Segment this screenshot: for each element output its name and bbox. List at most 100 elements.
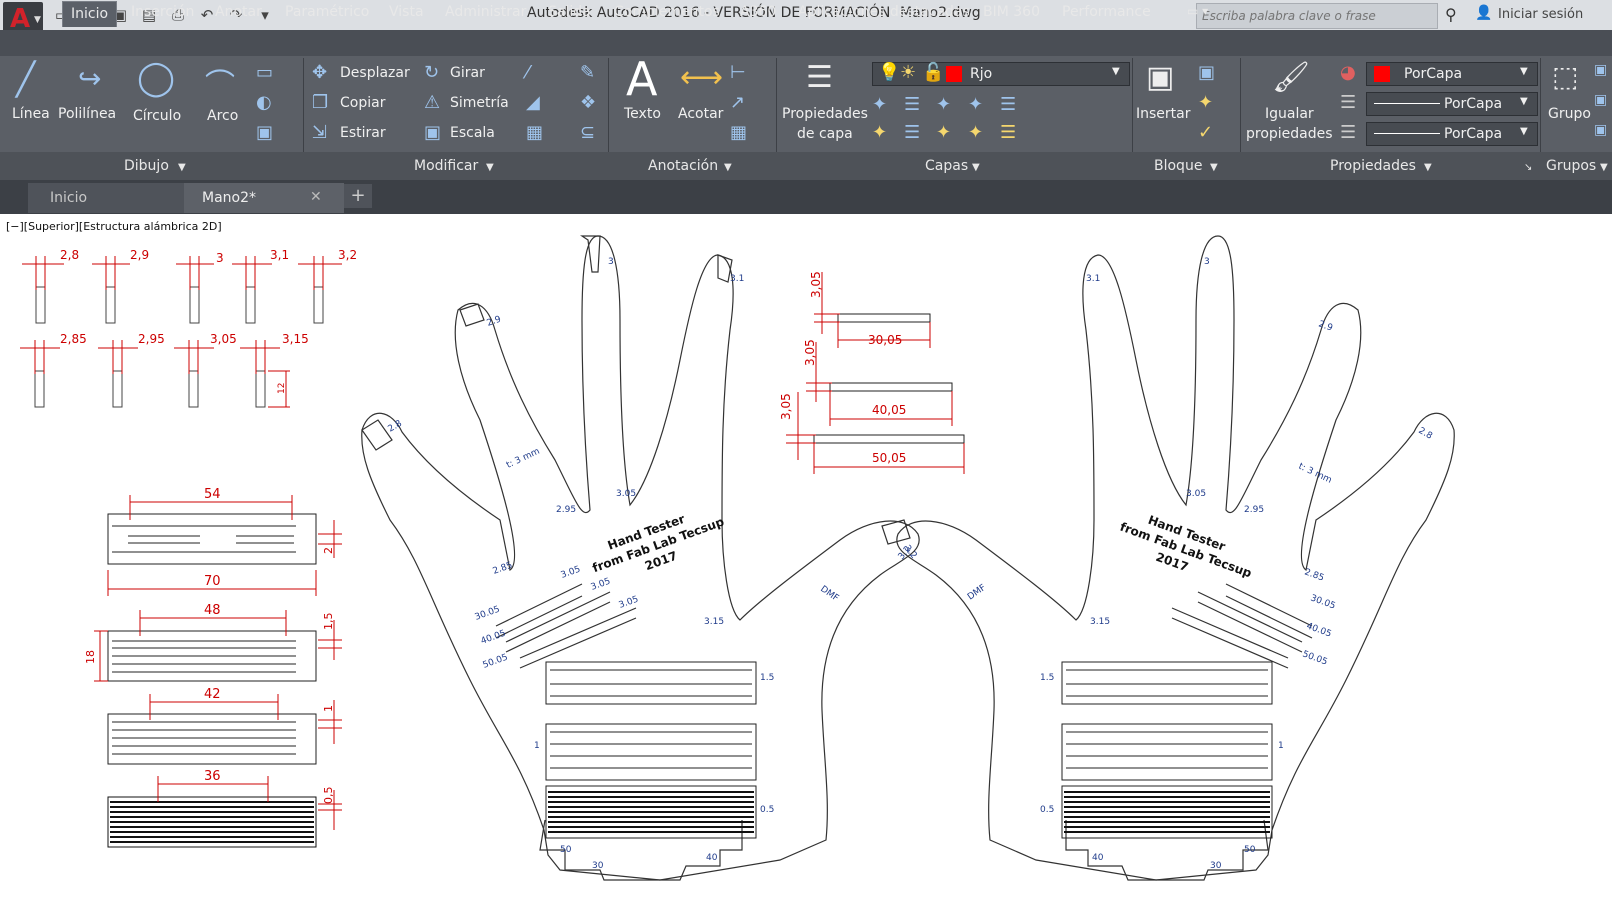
offset-icon[interactable]: ⊆: [580, 122, 595, 143]
arc-button[interactable]: Arco: [207, 108, 238, 124]
dimension-button[interactable]: Acotar: [678, 106, 723, 122]
trim-icon[interactable]: ⁄: [526, 62, 529, 83]
polyline-button[interactable]: Polilínea: [58, 106, 116, 122]
copy-button[interactable]: Copiar: [340, 95, 385, 111]
layer-tool-icon[interactable]: ✦: [936, 94, 951, 115]
table-icon[interactable]: ▦: [730, 122, 747, 143]
search-input[interactable]: [1200, 6, 1434, 26]
binoculars-icon[interactable]: ⚲: [1445, 5, 1457, 24]
tab-parametrico[interactable]: Paramétrico: [285, 4, 369, 20]
text-a-icon: A: [626, 52, 658, 106]
panel-title-groups[interactable]: Grupos: [1546, 158, 1596, 174]
chevron-down-icon[interactable]: ▼: [1600, 162, 1608, 173]
move-button[interactable]: Desplazar: [340, 65, 410, 81]
close-icon[interactable]: ✕: [310, 189, 322, 205]
tab-aplicaciones-destacadas[interactable]: Aplicaciones destacadas: [798, 4, 970, 20]
layer-tool-icon[interactable]: ☰: [904, 122, 920, 143]
layer-properties-button[interactable]: Propiedades: [782, 106, 868, 122]
match-properties-button[interactable]: Igualar: [1265, 106, 1314, 122]
tab-bim360[interactable]: BIM 360: [983, 4, 1040, 20]
create-block-icon[interactable]: ▣: [1198, 62, 1215, 83]
layer-tool-icon[interactable]: ✦: [872, 122, 887, 143]
text-button[interactable]: Texto: [624, 106, 661, 122]
panel-title-modify[interactable]: Modificar: [414, 158, 478, 174]
rectangle-icon[interactable]: ▭: [256, 62, 273, 83]
dim-label: 3,2: [338, 248, 357, 262]
mirror-button[interactable]: Simetría: [450, 95, 509, 111]
tab-performance[interactable]: Performance: [1062, 4, 1151, 20]
camera-icon[interactable]: ▭ ▾: [1187, 4, 1208, 18]
group-button[interactable]: Grupo: [1548, 106, 1591, 122]
chevron-down-icon[interactable]: ▼: [486, 162, 494, 173]
panel-launcher-icon[interactable]: ↘: [1524, 162, 1532, 173]
layer-tool-icon[interactable]: ☰: [1000, 94, 1016, 115]
panel-title-block[interactable]: Bloque: [1154, 158, 1202, 174]
group-tool-icon[interactable]: ▣: [1594, 122, 1607, 138]
dim-label: 54: [204, 487, 221, 502]
chevron-down-icon[interactable]: ▼: [972, 162, 980, 173]
layer-tool-icon[interactable]: ✦: [872, 94, 887, 115]
leader-icon[interactable]: ↗: [730, 92, 745, 113]
tab-a360[interactable]: A360: [740, 4, 776, 20]
user-icon: 👤: [1475, 5, 1493, 21]
file-tab-label: Mano2*: [202, 190, 257, 206]
edit-block-icon[interactable]: ✦: [1198, 92, 1213, 113]
layer-tool-icon[interactable]: ☰: [904, 94, 920, 115]
group-tool-icon[interactable]: ▣: [1594, 62, 1607, 78]
hatch-icon[interactable]: ◐: [256, 92, 272, 113]
region-icon[interactable]: ▣: [256, 122, 273, 143]
tab-insercion[interactable]: Inserción: [131, 4, 194, 20]
dimension-line: [92, 256, 130, 290]
tab-salida[interactable]: Salida: [548, 4, 591, 20]
linear-dim-icon[interactable]: ⊢: [730, 62, 746, 83]
array-icon[interactable]: ▦: [526, 122, 543, 143]
chevron-down-icon[interactable]: ▼: [1210, 162, 1218, 173]
mirror-icon: ⚠: [424, 92, 441, 113]
chevron-down-icon[interactable]: ▼: [1424, 162, 1432, 173]
layer-tool-icon[interactable]: ☰: [1000, 122, 1016, 143]
group-tool-icon[interactable]: ▣: [1594, 92, 1607, 108]
tab-complementos[interactable]: Complementos: [614, 4, 720, 20]
panel-title-annotation[interactable]: Anotación: [648, 158, 718, 174]
new-tab-button[interactable]: +: [344, 184, 372, 208]
undo-icon[interactable]: ↶: [197, 6, 217, 24]
file-tab-inicio[interactable]: Inicio: [28, 183, 188, 213]
sign-in-link[interactable]: Iniciar sesión: [1498, 7, 1583, 22]
stretch-button[interactable]: Estirar: [340, 125, 386, 141]
dimension-line: [22, 256, 64, 290]
panel-title-layers[interactable]: Capas: [925, 158, 968, 174]
rotate-button[interactable]: Girar: [450, 65, 485, 81]
dimension-icon: ⟷: [680, 60, 724, 95]
dim-label: 3,1: [270, 248, 289, 262]
scale-button[interactable]: Escala: [450, 125, 495, 141]
layer-tool-icon[interactable]: ✦: [968, 94, 983, 115]
circle-button[interactable]: Círculo: [133, 108, 181, 124]
test-strip: [829, 382, 953, 392]
tab-vista[interactable]: Vista: [389, 4, 424, 20]
tab-inicio[interactable]: Inicio: [62, 1, 118, 27]
line-button[interactable]: Línea: [12, 106, 50, 122]
current-layer-name: Rjo: [970, 66, 993, 82]
panel-title-properties[interactable]: Propiedades: [1330, 158, 1416, 174]
explode-icon[interactable]: ❖: [580, 92, 596, 113]
layer-tool-icon[interactable]: ✦: [968, 122, 983, 143]
slot-sample: [255, 370, 266, 408]
finger-label: 2.95: [556, 505, 576, 515]
panel-title-draw[interactable]: Dibujo: [124, 158, 169, 174]
dim-label: 48: [204, 603, 221, 618]
finger-label: 3: [608, 257, 614, 267]
hand-comb-dense: [548, 791, 754, 833]
chevron-down-icon[interactable]: ▼: [178, 162, 186, 173]
insert-button[interactable]: Insertar: [1136, 106, 1191, 122]
dim-label: 40,05: [872, 403, 906, 417]
layer-tool-icon[interactable]: ✦: [936, 122, 951, 143]
circle-icon: ◯: [137, 58, 176, 98]
block-attribute-icon[interactable]: ✓: [1198, 122, 1213, 143]
tab-anotar[interactable]: Anotar: [215, 4, 262, 20]
slot-sample: [34, 370, 45, 408]
erase-icon[interactable]: ✎: [580, 62, 595, 83]
dim-label: 2,85: [60, 332, 87, 346]
tab-administrar[interactable]: Administrar: [445, 4, 526, 20]
fillet-icon[interactable]: ◢: [526, 92, 540, 113]
chevron-down-icon[interactable]: ▼: [724, 162, 732, 173]
